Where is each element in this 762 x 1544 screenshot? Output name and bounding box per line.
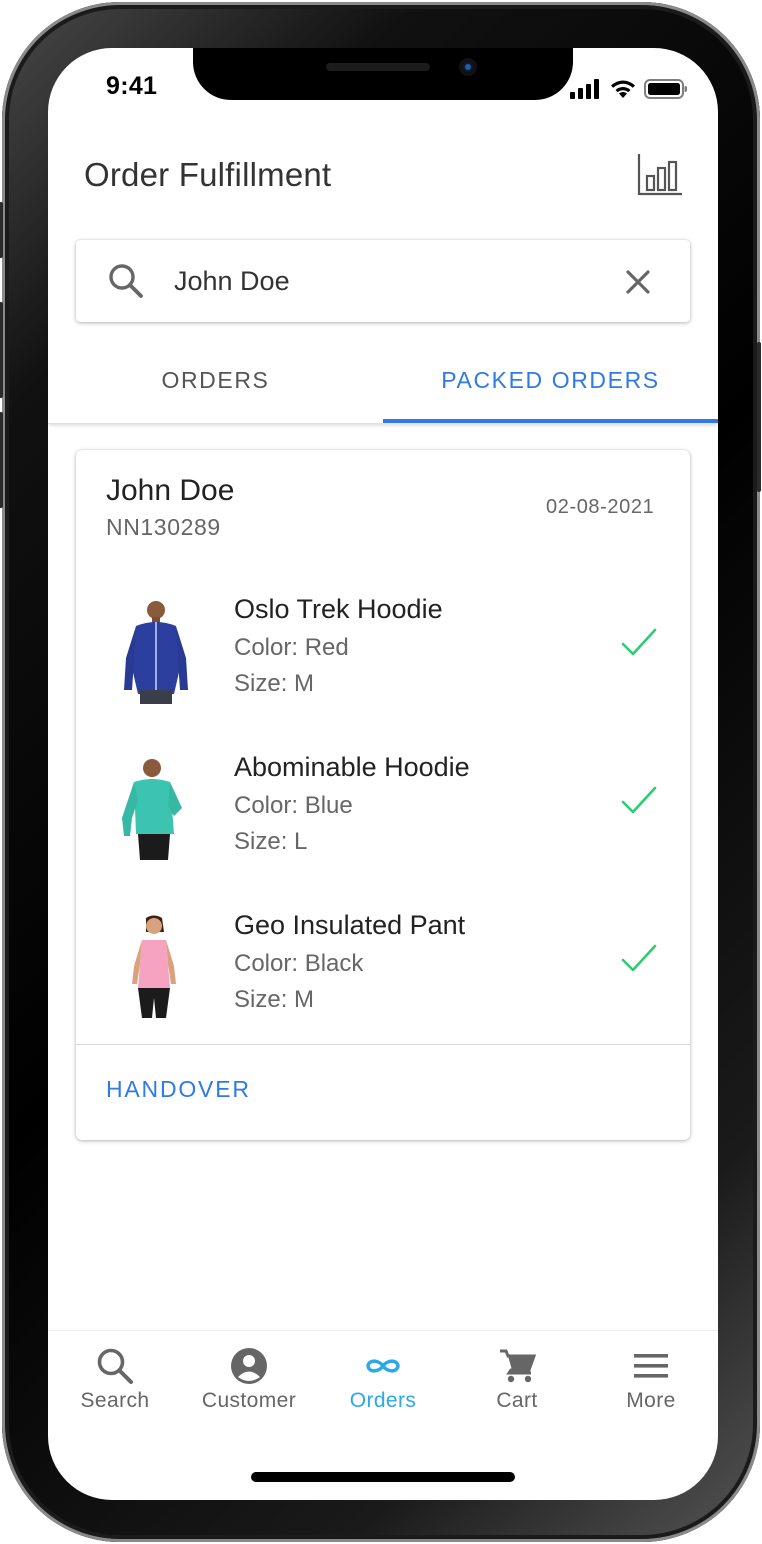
- order-item: Geo Insulated Pant Color: Black Size: M: [76, 910, 690, 1050]
- home-indicator[interactable]: [251, 1472, 515, 1482]
- menu-icon: [634, 1354, 668, 1378]
- phone-frame: 9:41 Order Fulfillment John Doe ORDERS P…: [0, 2, 761, 1542]
- item-size: Size: M: [234, 670, 315, 697]
- item-color: Color: Blue: [234, 792, 353, 819]
- item-name: Geo Insulated Pant: [234, 910, 466, 940]
- mute-switch: [0, 202, 3, 258]
- item-color: Color: Red: [234, 634, 349, 661]
- search-bar: [76, 240, 690, 322]
- front-camera: [459, 58, 477, 76]
- search-input[interactable]: [174, 258, 594, 304]
- search-icon: [97, 1348, 133, 1384]
- close-icon[interactable]: [622, 266, 654, 298]
- notch: [193, 48, 573, 100]
- item-name: Abominable Hoodie: [234, 752, 470, 782]
- nav-label: Search: [80, 1389, 150, 1412]
- infinity-icon: [366, 1359, 400, 1373]
- active-tab-indicator: [383, 419, 718, 423]
- wifi-icon: [611, 80, 635, 98]
- nav-item-cart[interactable]: Cart: [450, 1331, 584, 1431]
- tab-bar: ORDERS PACKED ORDERS: [48, 338, 718, 424]
- page-title: Order Fulfillment: [84, 156, 332, 193]
- product-image-oslo-trek-hoodie: [124, 601, 188, 704]
- customer-name: John Doe: [106, 474, 235, 507]
- status-time: 9:41: [106, 72, 158, 100]
- order-item: Abominable Hoodie Color: Blue Size: L: [76, 752, 690, 892]
- product-image-geo-insulated-pant: [132, 915, 176, 1018]
- handover-button[interactable]: HANDOVER: [106, 1076, 251, 1103]
- tab-orders[interactable]: ORDERS: [48, 338, 383, 422]
- nav-item-more[interactable]: More: [584, 1331, 718, 1431]
- order-card: John Doe NN130289 02-08-2021 Oslo Trek H…: [76, 450, 690, 1140]
- item-color: Color: Black: [234, 950, 364, 977]
- bottom-nav: Search Customer Orders Cart More: [48, 1330, 718, 1440]
- volume-up-button: [0, 302, 3, 398]
- battery-icon: [644, 79, 687, 99]
- nav-item-search[interactable]: Search: [48, 1331, 182, 1431]
- nav-label: Orders: [349, 1389, 417, 1412]
- nav-label: More: [626, 1389, 676, 1412]
- nav-item-customer[interactable]: Customer: [182, 1331, 316, 1431]
- item-size: Size: L: [234, 828, 308, 855]
- screen: 9:41 Order Fulfillment John Doe ORDERS P…: [48, 48, 718, 1500]
- bar-chart-icon[interactable]: [636, 152, 684, 198]
- nav-label: Customer: [201, 1389, 297, 1412]
- check-icon: [621, 786, 657, 814]
- speaker-grille: [326, 63, 430, 71]
- status-icons: [570, 78, 688, 100]
- order-date: 02-08-2021: [546, 496, 655, 518]
- nav-label: Cart: [496, 1389, 538, 1412]
- item-name: Oslo Trek Hoodie: [234, 594, 443, 624]
- power-button: [757, 342, 761, 492]
- tab-packed-orders[interactable]: PACKED ORDERS: [383, 338, 718, 422]
- order-id: NN130289: [106, 514, 221, 540]
- product-image-abominable-hoodie: [122, 759, 182, 860]
- check-icon: [621, 944, 657, 972]
- item-size: Size: M: [234, 986, 315, 1013]
- card-divider: [76, 1044, 690, 1045]
- check-icon: [621, 628, 657, 656]
- account-circle-icon: [231, 1348, 267, 1384]
- cellular-signal-icon: [570, 79, 599, 99]
- order-item: Oslo Trek Hoodie Color: Red Size: M: [76, 594, 690, 734]
- search-icon: [109, 264, 143, 298]
- nav-item-orders[interactable]: Orders: [316, 1331, 450, 1431]
- volume-down-button: [0, 412, 3, 508]
- cart-icon: [500, 1349, 536, 1383]
